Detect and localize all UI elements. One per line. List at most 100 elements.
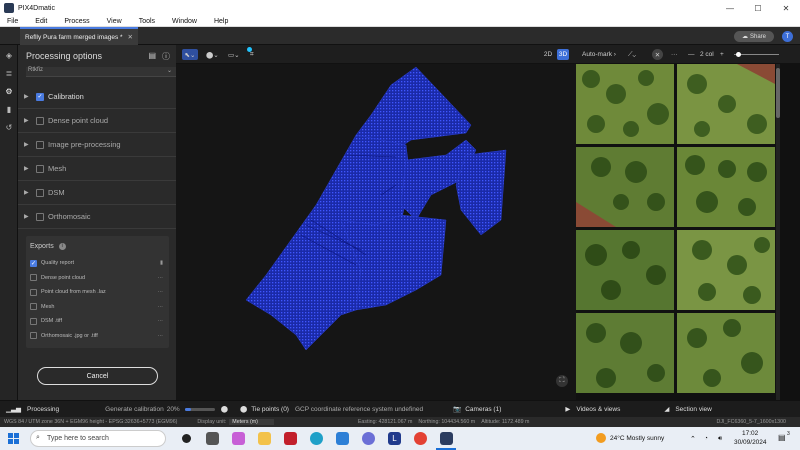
- export-row-dsm[interactable]: DSM .tiff ···: [26, 314, 169, 329]
- export-row-quality-report[interactable]: ✓ Quality report ▮: [26, 256, 169, 271]
- more-options-icon[interactable]: ···: [158, 304, 164, 310]
- automark-button[interactable]: Auto-mark ›: [582, 49, 616, 60]
- notification-icon[interactable]: ▤: [778, 433, 786, 442]
- display-tool-icon[interactable]: ▭⌄: [228, 49, 240, 60]
- minimize-button[interactable]: —: [716, 0, 744, 16]
- zoom-out-icon[interactable]: —: [688, 49, 695, 60]
- image-thumbnail[interactable]: [576, 64, 674, 144]
- display-unit-select[interactable]: Meters (m): [229, 419, 274, 425]
- gear-icon[interactable]: ⚙: [4, 87, 14, 97]
- task-view-icon[interactable]: [206, 432, 219, 445]
- calibration-checkbox[interactable]: ✓: [36, 92, 44, 101]
- expand-arrow-icon[interactable]: ▶: [24, 117, 32, 124]
- fullscreen-icon[interactable]: ⛶: [556, 375, 568, 387]
- menu-edit[interactable]: Edit: [35, 18, 47, 25]
- marker-tool-icon[interactable]: ⬤⌄: [206, 49, 219, 60]
- more-options-icon[interactable]: ···: [158, 333, 164, 339]
- chrome-icon[interactable]: [414, 432, 427, 445]
- processing-label[interactable]: Processing: [27, 406, 59, 413]
- image-thumbnail[interactable]: [677, 313, 775, 393]
- windows-start-icon[interactable]: [8, 433, 19, 444]
- mesh-export-checkbox[interactable]: [30, 303, 37, 311]
- menu-file[interactable]: File: [7, 18, 18, 25]
- dsm-checkbox[interactable]: [36, 188, 44, 197]
- section-dsm[interactable]: ▶ DSM: [18, 181, 188, 205]
- export-row-mesh[interactable]: Mesh ···: [26, 300, 169, 315]
- menu-window[interactable]: Window: [172, 18, 197, 25]
- folder-icon[interactable]: ▮: [160, 260, 163, 266]
- section-dense-point-cloud[interactable]: ▶ Dense point cloud: [18, 109, 188, 133]
- expand-arrow-icon[interactable]: ▶: [24, 165, 32, 172]
- expand-arrow-icon[interactable]: ▶: [24, 189, 32, 196]
- 3d-viewport[interactable]: ⛶: [176, 45, 576, 400]
- tray-up-arrow-icon[interactable]: ⌃: [690, 435, 696, 443]
- cancel-button[interactable]: Cancel: [37, 367, 158, 385]
- more-options-icon[interactable]: ···: [158, 318, 164, 324]
- orthomosaic-checkbox[interactable]: [36, 212, 44, 221]
- cameras-label[interactable]: Cameras (1): [465, 406, 501, 413]
- section-mesh[interactable]: ▶ Mesh: [18, 157, 188, 181]
- menu-process[interactable]: Process: [64, 18, 89, 25]
- view-2d-button[interactable]: 2D: [543, 49, 553, 60]
- template-icon[interactable]: ▤: [148, 51, 156, 62]
- select-tool-icon[interactable]: ⬉⌄: [182, 49, 198, 60]
- mark-tool-icon[interactable]: ⟋⌄: [628, 49, 636, 60]
- close-button[interactable]: ✕: [772, 0, 800, 16]
- clock-time[interactable]: 17:02: [742, 430, 758, 437]
- expand-arrow-icon[interactable]: ▶: [24, 141, 32, 148]
- image-thumbnail[interactable]: [576, 230, 674, 310]
- history-icon[interactable]: ↺: [4, 123, 14, 133]
- export-row-dense-point-cloud[interactable]: Dense point cloud ···: [26, 271, 169, 286]
- menu-tools[interactable]: Tools: [139, 18, 155, 25]
- info-icon[interactable]: ⓘ: [162, 51, 170, 62]
- more-options-icon[interactable]: ···: [671, 49, 678, 60]
- more-options-icon[interactable]: ···: [158, 289, 164, 295]
- expand-arrow-icon[interactable]: ▶: [24, 213, 32, 220]
- orthomosaic-export-checkbox[interactable]: [30, 332, 37, 340]
- videos-views-label[interactable]: Videos & views: [576, 406, 620, 413]
- image-thumbnail[interactable]: [677, 147, 775, 227]
- share-button[interactable]: ☁ Share: [734, 31, 774, 42]
- clear-icon[interactable]: ✕: [652, 49, 663, 60]
- point-cloud-mesh-checkbox[interactable]: [30, 288, 37, 296]
- view-3d-button[interactable]: 3D: [557, 49, 569, 60]
- image-thumbnail[interactable]: [677, 64, 775, 144]
- edge-icon[interactable]: [310, 432, 323, 445]
- weather-label[interactable]: 24°C Mostly sunny: [610, 435, 664, 442]
- stop-icon[interactable]: ⬤: [221, 405, 228, 413]
- more-options-icon[interactable]: ···: [158, 275, 164, 281]
- tie-points-label[interactable]: Tie points (0): [251, 406, 289, 413]
- export-row-orthomosaic[interactable]: Orthomosaic .jpg or .tiff ···: [26, 329, 169, 344]
- export-row-point-cloud-mesh[interactable]: Point cloud from mesh .laz ···: [26, 285, 169, 300]
- section-image-preprocessing[interactable]: ▶ Image pre-processing: [18, 133, 188, 157]
- copilot-icon[interactable]: [232, 432, 245, 445]
- image-thumbnail[interactable]: [576, 147, 674, 227]
- template-dropdown[interactable]: Rtkfiz ⌄: [26, 67, 176, 77]
- dense-point-cloud-export-checkbox[interactable]: [30, 274, 37, 282]
- pix4d-taskbar-icon[interactable]: [440, 432, 453, 445]
- image-preprocessing-checkbox[interactable]: [36, 140, 44, 149]
- image-thumbnail[interactable]: [576, 313, 674, 393]
- mesh-checkbox[interactable]: [36, 164, 44, 173]
- menu-help[interactable]: Help: [214, 18, 228, 25]
- quality-report-checkbox[interactable]: ✓: [30, 259, 37, 267]
- cortana-icon[interactable]: [182, 434, 191, 443]
- column-slider-handle[interactable]: [736, 52, 741, 57]
- expand-arrow-icon[interactable]: ▶: [24, 93, 32, 100]
- taskbar-search-input[interactable]: ⌕ Type here to search: [30, 430, 166, 447]
- zoom-in-icon[interactable]: +: [720, 49, 724, 60]
- section-calibration[interactable]: ▶ ✓ Calibration: [18, 85, 188, 109]
- image-panel-scrollbar[interactable]: [776, 64, 780, 400]
- image-thumbnail[interactable]: [677, 230, 775, 310]
- bar-chart-icon[interactable]: ▮: [4, 105, 14, 115]
- avatar[interactable]: T: [782, 31, 793, 42]
- tab-project[interactable]: Reflly Pura farm merged images * ✕: [20, 27, 138, 45]
- list-icon[interactable]: ≣: [4, 69, 14, 79]
- info-icon[interactable]: i: [58, 242, 66, 250]
- mail-icon[interactable]: [336, 432, 349, 445]
- dsm-export-checkbox[interactable]: [30, 317, 37, 325]
- clock-date[interactable]: 30/09/2024: [734, 439, 767, 446]
- section-view-label[interactable]: Section view: [675, 406, 712, 413]
- section-orthomosaic[interactable]: ▶ Orthomosaic: [18, 205, 188, 229]
- maximize-button[interactable]: ☐: [744, 0, 772, 16]
